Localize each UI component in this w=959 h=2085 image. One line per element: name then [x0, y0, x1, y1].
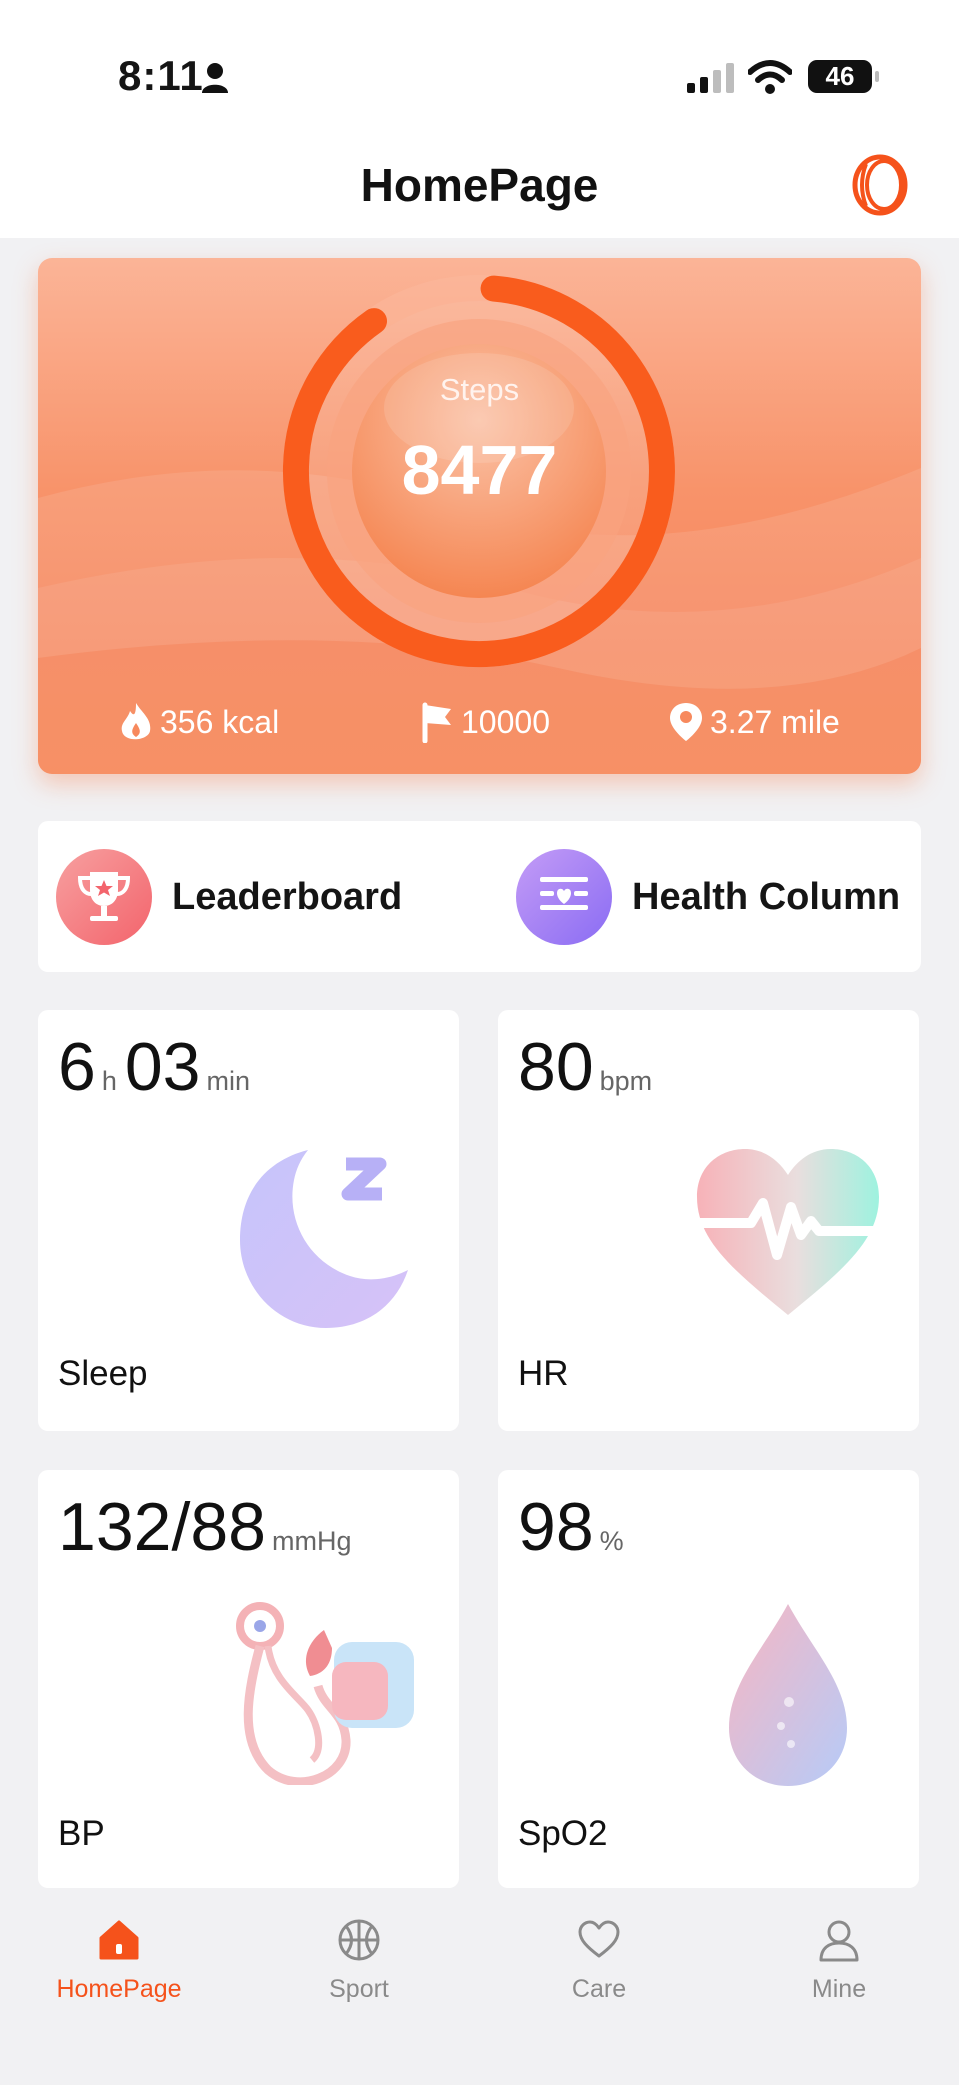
person-icon — [202, 63, 228, 93]
home-icon — [99, 1920, 139, 1960]
flame-icon — [121, 703, 151, 740]
leaderboard-label: Leaderboard — [172, 875, 403, 918]
hr-reading: 80 bpm — [518, 1028, 660, 1106]
user-icon — [819, 1920, 859, 1962]
sleep-minutes: 03 — [124, 1029, 201, 1105]
ring-device-icon[interactable] — [852, 154, 908, 216]
status-time: 8:11 — [118, 52, 204, 99]
goal-stat: 10000 — [419, 701, 550, 743]
goal-value: 10000 — [461, 703, 550, 740]
flag-icon — [422, 702, 451, 743]
trophy-icon — [56, 849, 152, 945]
health-column-label: Health Column — [632, 875, 901, 918]
bp-reading: 132/88 mmHg — [58, 1488, 359, 1566]
spo2-value: 98 — [518, 1489, 594, 1565]
tab-sport-label: Sport — [329, 1975, 389, 2003]
spo2-reading: 98% — [518, 1488, 632, 1566]
tab-care[interactable]: Care — [499, 1918, 699, 2004]
steps-card[interactable]: Steps 8477 356 kcal 10000 3.27 mile — [38, 258, 921, 774]
spo2-label: SpO2 — [518, 1814, 608, 1853]
tab-homepage[interactable]: HomePage — [19, 1918, 219, 2004]
cellular-signal-icon — [687, 63, 734, 93]
steps-label: Steps — [439, 372, 520, 407]
distance-stat: 3.27 mile — [668, 701, 840, 743]
bottom-tab-bar: HomePage Sport Care Mine — [0, 1888, 959, 2085]
battery-level: 46 — [825, 61, 855, 91]
bp-unit: mmHg — [271, 1526, 352, 1556]
tab-homepage-label: HomePage — [56, 1975, 182, 2003]
calories-value: 356 kcal — [160, 703, 280, 740]
basketball-icon — [338, 1919, 380, 1961]
blood-pressure-monitor-icon — [236, 1602, 414, 1785]
heart-pulse-icon — [697, 1149, 879, 1315]
health-column-link[interactable]: Health Column — [516, 849, 900, 945]
quick-links-card: Leaderboard Health Column — [38, 821, 921, 972]
location-pin-icon — [670, 703, 702, 741]
bp-label: BP — [58, 1814, 105, 1853]
sleep-minutes-unit: min — [206, 1066, 251, 1096]
hr-value: 80 — [518, 1029, 594, 1105]
wifi-icon — [748, 60, 792, 94]
tab-care-label: Care — [571, 1975, 627, 2003]
health-column-icon — [516, 849, 612, 945]
blood-pressure-tile[interactable]: 132/88 mmHg BP — [38, 1470, 459, 1888]
top-bar: 8:11 46 HomePage — [0, 0, 959, 238]
heart-outline-icon — [578, 1920, 620, 1958]
distance-value: 3.27 mile — [710, 703, 840, 740]
moon-sleep-icon — [240, 1150, 408, 1328]
leaderboard-link[interactable]: Leaderboard — [56, 849, 402, 945]
tab-mine-label: Mine — [811, 1975, 867, 2003]
battery-indicator: 46 — [808, 60, 879, 93]
app-screen: 8:11 46 HomePage Steps 8477 356 kcal 100… — [0, 0, 959, 2085]
sleep-hours: 6 — [58, 1029, 96, 1105]
sleep-hours-unit: h — [101, 1066, 117, 1096]
hr-label: HR — [518, 1354, 569, 1393]
sleep-duration: 6 h 03 min — [58, 1028, 258, 1106]
steps-value: 8477 — [401, 431, 558, 509]
bp-value: 132/88 — [58, 1489, 266, 1565]
calories-stat: 356 kcal — [118, 701, 279, 743]
hr-unit: bpm — [599, 1066, 653, 1096]
sleep-tile[interactable]: 6 h 03 min Sleep — [38, 1010, 459, 1431]
blood-drop-icon — [729, 1604, 847, 1786]
steps-progress-ring — [283, 275, 675, 667]
tab-sport[interactable]: Sport — [259, 1918, 459, 2004]
tab-mine[interactable]: Mine — [739, 1918, 939, 2004]
spo2-tile[interactable]: 98% SpO2 — [498, 1470, 919, 1888]
sleep-label: Sleep — [58, 1354, 148, 1393]
spo2-unit: % — [599, 1526, 624, 1556]
heart-rate-tile[interactable]: 80 bpm HR — [498, 1010, 919, 1431]
page-title: HomePage — [360, 159, 599, 211]
